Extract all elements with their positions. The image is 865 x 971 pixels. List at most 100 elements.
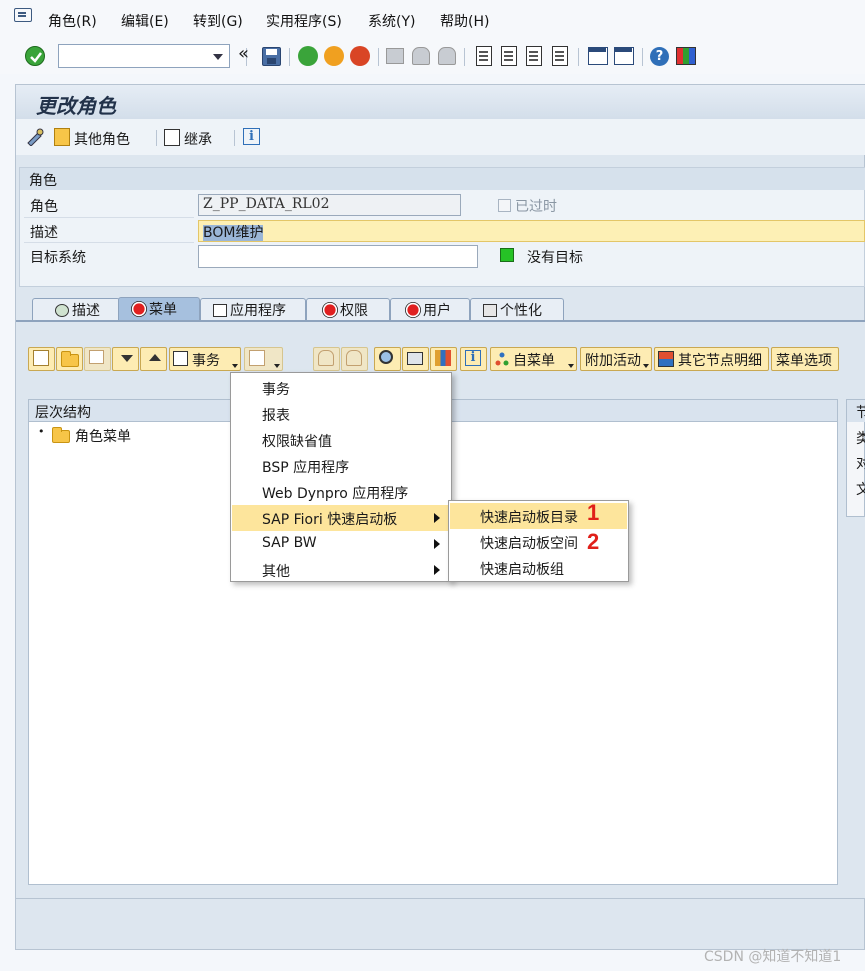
menu-item-launchpad-group[interactable]: 快速启动板组: [450, 555, 627, 581]
menu-item-other[interactable]: 其他: [232, 557, 450, 583]
obsolete-checkbox[interactable]: [498, 199, 511, 212]
menu-item-web-dynpro[interactable]: Web Dynpro 应用程序: [232, 479, 450, 505]
inherit-icon[interactable]: [164, 129, 180, 146]
no-target-label: 没有目标: [527, 250, 583, 266]
new-session-icon[interactable]: [588, 47, 608, 65]
other-roles-button[interactable]: 其他角色: [74, 129, 130, 149]
chart-button[interactable]: [430, 347, 457, 371]
other-node-details-button[interactable]: 其它节点明细: [654, 347, 769, 371]
menu-item-report[interactable]: 报表: [232, 401, 450, 427]
print-tree-button[interactable]: [402, 347, 429, 371]
node-details-row: 对: [856, 456, 865, 472]
menu-item-launchpad-space[interactable]: 快速启动板空间: [450, 529, 627, 555]
inherit-button[interactable]: 继承: [184, 129, 212, 149]
menu-item-authorization-defaults[interactable]: 权限缺省值: [232, 427, 450, 453]
transaction-dropdown-button[interactable]: 事务: [169, 347, 241, 371]
title-bar: 更改角色: [16, 85, 865, 119]
node-details-row: 文: [856, 482, 865, 498]
page-title: 更改角色: [36, 94, 116, 118]
tree-node-role-menu[interactable]: 角色菜单: [75, 426, 131, 446]
additional-activities-dropdown-button[interactable]: 附加活动: [580, 347, 652, 371]
arrow-down-icon: [121, 355, 133, 362]
toolbar-separator: [642, 48, 643, 66]
tab-description[interactable]: 描述: [32, 298, 120, 320]
help-icon[interactable]: ?: [650, 47, 669, 66]
find-icon[interactable]: [412, 47, 430, 65]
from-menu-dropdown-button[interactable]: 自菜单: [490, 347, 577, 371]
row-divider: [24, 242, 194, 243]
menu-item-sap-bw[interactable]: SAP BW: [232, 531, 450, 557]
status-red-icon: [324, 304, 336, 316]
node-info-button[interactable]: i: [460, 347, 487, 371]
toolbar-separator: [378, 48, 379, 66]
transfer-button[interactable]: [28, 347, 55, 371]
obsolete-label: 已过时: [515, 199, 557, 215]
enter-check-icon[interactable]: [25, 46, 45, 66]
customize-layout-icon[interactable]: [676, 47, 696, 65]
tab-users[interactable]: 用户: [390, 298, 470, 320]
menu-item-transaction[interactable]: 事务: [232, 375, 450, 401]
toolbar-separator: [156, 130, 157, 146]
create-shortcut-icon[interactable]: [614, 47, 634, 65]
next-page-icon[interactable]: [526, 46, 542, 66]
tree-bullet-icon: •: [38, 425, 45, 438]
toolbar-separator: [234, 130, 235, 146]
target-system-field[interactable]: [198, 245, 478, 268]
find-node-button[interactable]: [313, 347, 340, 371]
create-folder-button[interactable]: [56, 347, 83, 371]
status-red-icon: [407, 304, 419, 316]
delete-node-button[interactable]: [84, 347, 111, 371]
save-icon[interactable]: [262, 47, 281, 66]
node-details-header: 节: [847, 400, 865, 422]
menu-utilities[interactable]: 实用程序(S): [266, 11, 342, 31]
session-menu-icon[interactable]: [14, 8, 32, 22]
folder-icon: [61, 351, 79, 367]
personalization-icon: [483, 304, 497, 317]
folder-icon: [52, 427, 70, 443]
info-icon[interactable]: i: [243, 128, 260, 145]
first-page-icon[interactable]: [476, 46, 492, 66]
back-icon[interactable]: [298, 46, 318, 66]
print-icon[interactable]: [386, 48, 404, 64]
command-field[interactable]: [58, 44, 230, 68]
hierarchy-header-label: 层次结构: [35, 405, 91, 421]
display-change-icon[interactable]: [26, 128, 46, 147]
exit-icon[interactable]: [324, 46, 344, 66]
menu-item-bsp-application[interactable]: BSP 应用程序: [232, 453, 450, 479]
tab-applications[interactable]: 应用程序: [200, 298, 306, 320]
tab-label: 应用程序: [230, 303, 286, 319]
menu-item-launchpad-catalog[interactable]: 快速启动板目录: [450, 503, 627, 529]
zoom-button[interactable]: [374, 347, 401, 371]
menu-item-sap-fiori-launchpad[interactable]: SAP Fiori 快速启动板: [232, 505, 450, 531]
toolbar-separator: [289, 48, 290, 66]
other-role-icon[interactable]: [54, 128, 70, 146]
tab-authorizations[interactable]: 权限: [306, 298, 390, 320]
tab-menu[interactable]: 菜单: [118, 297, 200, 321]
dropdown-icon: [232, 364, 238, 368]
menu-role[interactable]: 角色(R): [48, 11, 97, 31]
status-green-icon: [500, 248, 514, 262]
previous-page-icon[interactable]: [501, 46, 517, 66]
description-field[interactable]: BOM维护: [198, 220, 865, 242]
add-transaction-icon: [173, 351, 188, 366]
move-up-button[interactable]: [140, 347, 167, 371]
menu-system[interactable]: 系统(Y): [368, 11, 415, 31]
menu-options-button[interactable]: 菜单选项: [771, 347, 839, 371]
report-dropdown-button[interactable]: [244, 347, 283, 371]
arrow-up-icon: [149, 354, 161, 361]
menu-goto[interactable]: 转到(G): [193, 11, 243, 31]
tab-personalization[interactable]: 个性化: [470, 298, 564, 320]
last-page-icon[interactable]: [552, 46, 568, 66]
menu-bar: 角色(R) 编辑(E) 转到(G) 实用程序(S) 系统(Y) 帮助(H): [0, 0, 865, 38]
menu-help[interactable]: 帮助(H): [440, 11, 489, 31]
chevron-down-icon[interactable]: [213, 54, 223, 60]
menu-edit[interactable]: 编辑(E): [121, 11, 169, 31]
find-next-node-button[interactable]: [341, 347, 368, 371]
dropdown-icon: [274, 364, 280, 368]
find-next-icon[interactable]: [438, 47, 456, 65]
move-down-button[interactable]: [112, 347, 139, 371]
menu-tree-icon: [495, 352, 509, 366]
role-section-header: 角色: [20, 168, 865, 190]
back-chevron-icon[interactable]: «: [238, 43, 249, 64]
cancel-icon[interactable]: [350, 46, 370, 66]
